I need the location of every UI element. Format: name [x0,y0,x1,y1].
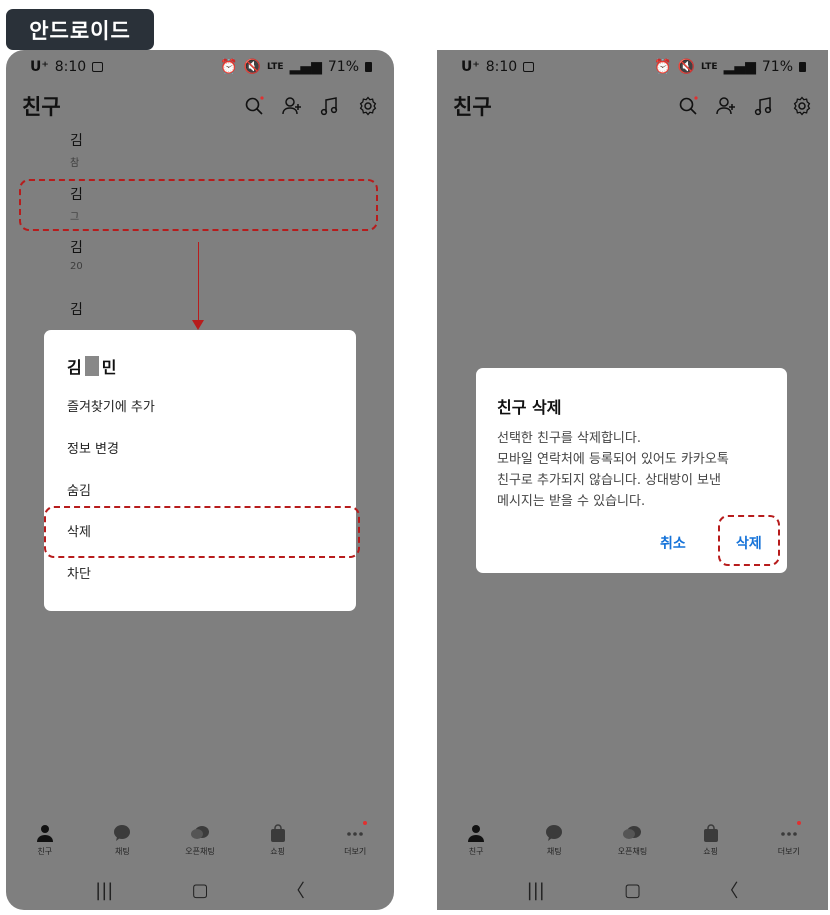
network-label: LTE [267,62,284,72]
phone-screen-right: U⁺ 8:10 ⏰ 🔇 LTE ▂▄▆ 71% 친구 친구 삭제 선택한 친구를… [437,50,828,910]
nav-more[interactable]: 더보기 [325,820,385,857]
bottom-nav: 친구 채팅 오픈채팅 쇼핑 더보기 [6,815,394,865]
more-dots-icon [781,831,797,836]
add-friend-icon[interactable] [716,96,736,116]
mute-icon: 🔇 [243,59,262,75]
shopping-bag-icon [270,823,285,842]
menu-item-delete[interactable]: 삭제 [67,521,91,540]
back-icon[interactable]: 〈 [720,877,738,903]
recents-icon[interactable]: ||| [527,880,545,901]
app-bar: 친구 [6,84,394,128]
nav-friends[interactable]: 친구 [446,824,506,857]
network-label: LTE [701,62,718,72]
time-label: 8:10 [54,59,87,75]
alarm-icon: ⏰ [654,59,672,75]
signal-icon: ▂▄▆ [723,59,756,75]
signal-icon: ▂▄▆ [289,59,322,75]
list-item[interactable]: 김 참 [70,130,83,169]
page-title: 친구 [453,95,492,119]
redacted-block [84,356,99,376]
phone-screen-left: U⁺ 8:10 ⏰ 🔇 LTE ▂▄▆ 71% 친구 김 참 김 그 김 20 [6,50,394,910]
menu-friend-name: 김 민 [67,356,117,377]
system-nav-bar: ||| ▢ 〈 [437,870,828,910]
annotation-arrow-line [198,242,199,320]
page-title: 친구 [22,95,61,119]
open-chat-icon [623,825,642,839]
image-notification-icon [523,62,535,72]
open-chat-icon [190,825,209,839]
chat-bubble-icon [114,824,131,841]
cancel-button[interactable]: 취소 [660,533,686,553]
menu-item-edit-info[interactable]: 정보 변경 [67,438,119,457]
carrier-label: U⁺ [461,59,480,75]
battery-label: 71% [327,59,359,75]
annotation-arrow-head [192,320,204,330]
bottom-nav: 친구 채팅 오픈채팅 쇼핑 더보기 [437,815,828,865]
chat-bubble-icon [546,824,563,841]
nav-shopping[interactable]: 쇼핑 [248,823,308,857]
search-icon[interactable] [678,96,698,116]
delete-friend-dialog: 친구 삭제 선택한 친구를 삭제합니다. 모바일 연락처에 등록되어 있어도 카… [476,368,787,573]
recents-icon[interactable]: ||| [95,880,113,901]
nav-more[interactable]: 더보기 [759,820,819,857]
alarm-icon: ⏰ [220,59,238,75]
nav-friends[interactable]: 친구 [15,824,75,857]
notification-dot [363,820,368,825]
image-notification-icon [92,62,104,72]
dialog-title: 친구 삭제 [497,398,562,417]
nav-shopping[interactable]: 쇼핑 [681,823,741,857]
back-icon[interactable]: 〈 [287,877,305,903]
battery-icon [799,62,806,72]
menu-item-hide[interactable]: 숨김 [67,480,91,499]
list-item[interactable]: 김 [70,299,83,319]
home-icon[interactable]: ▢ [624,880,641,901]
status-bar: U⁺ 8:10 ⏰ 🔇 LTE ▂▄▆ 71% [437,50,828,84]
dialog-message: 선택한 친구를 삭제합니다. 모바일 연락처에 등록되어 있어도 카카오톡 친구… [497,431,729,509]
mute-icon: 🔇 [677,59,696,75]
home-icon[interactable]: ▢ [192,880,209,901]
battery-icon [365,62,372,72]
more-dots-icon [347,831,363,836]
system-nav-bar: ||| ▢ 〈 [6,870,394,910]
music-icon[interactable] [754,96,774,116]
nav-openchat[interactable]: 오픈채팅 [170,824,230,857]
settings-gear-icon[interactable] [792,96,812,116]
menu-item-favorite[interactable]: 즐겨찾기에 추가 [67,396,155,415]
notification-dot [796,820,801,825]
search-icon[interactable] [244,96,264,116]
person-icon [36,824,53,842]
person-icon [468,824,485,842]
nav-openchat[interactable]: 오픈채팅 [602,824,662,857]
app-bar: 친구 [437,84,828,128]
settings-gear-icon[interactable] [358,96,378,116]
music-icon[interactable] [320,96,340,116]
friend-context-menu: 김 민 즐겨찾기에 추가 정보 변경 숨김 삭제 차단 [44,330,356,611]
delete-button[interactable]: 삭제 [736,533,762,553]
time-label: 8:10 [485,59,518,75]
nav-chats[interactable]: 채팅 [92,824,152,857]
carrier-label: U⁺ [30,59,49,75]
list-item[interactable]: 김 20 [70,237,83,272]
list-item[interactable]: 김 그 [70,184,83,223]
shopping-bag-icon [703,823,718,842]
add-friend-icon[interactable] [282,96,302,116]
battery-label: 71% [761,59,793,75]
menu-item-block[interactable]: 차단 [67,563,91,582]
platform-tag: 안드로이드 [6,9,154,50]
status-bar: U⁺ 8:10 ⏰ 🔇 LTE ▂▄▆ 71% [6,50,394,84]
nav-chats[interactable]: 채팅 [524,824,584,857]
